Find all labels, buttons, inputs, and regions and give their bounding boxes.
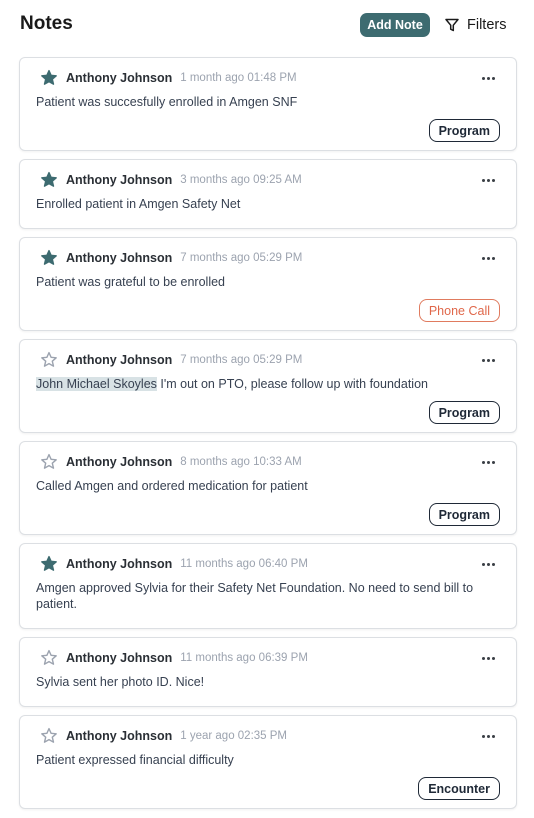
note-card: Anthony Johnson 3 months ago 09:25 AM En… [19, 159, 517, 229]
note-type-tag: Program [428, 119, 500, 142]
note-header: Anthony Johnson 11 months ago 06:39 PM [40, 649, 308, 667]
note-author: Anthony Johnson [66, 71, 173, 85]
note-header: Anthony Johnson 3 months ago 09:25 AM [40, 171, 302, 189]
filters-button[interactable]: Filters [444, 15, 506, 35]
note-card: Anthony Johnson 11 months ago 06:40 PM A… [19, 543, 517, 629]
note-body: Patient expressed financial difficulty [36, 753, 234, 767]
note-body: Enrolled patient in Amgen Safety Net [36, 197, 241, 211]
note-text: Patient was succesfully enrolled in Amge… [36, 94, 502, 110]
mention-tag[interactable]: John Michael Skoyles [36, 377, 157, 391]
note-header: Anthony Johnson 1 year ago 02:35 PM [40, 727, 287, 745]
note-text: Sylvia sent her photo ID. Nice! [36, 674, 502, 690]
more-options-icon[interactable] [480, 352, 496, 368]
page-title: Notes [20, 13, 73, 34]
more-options-icon[interactable] [480, 556, 496, 572]
note-header: Anthony Johnson 7 months ago 05:29 PM [40, 351, 302, 369]
note-card: Anthony Johnson 7 months ago 05:29 PM Pa… [19, 237, 517, 331]
note-author: Anthony Johnson [66, 651, 173, 665]
note-timestamp: 7 months ago 05:29 PM [180, 252, 303, 264]
note-timestamp: 11 months ago 06:40 PM [180, 558, 308, 570]
note-card: Anthony Johnson 7 months ago 05:29 PM Jo… [19, 339, 517, 433]
note-author: Anthony Johnson [66, 173, 173, 187]
note-card: Anthony Johnson 1 year ago 02:35 PM Pati… [19, 715, 517, 809]
filters-label: Filters [467, 17, 507, 33]
note-author: Anthony Johnson [66, 557, 173, 571]
note-card: Anthony Johnson 1 month ago 01:48 PM Pat… [19, 57, 517, 151]
star-icon[interactable] [40, 453, 58, 471]
note-text: Patient was grateful to be enrolled [36, 274, 502, 290]
more-options-icon[interactable] [480, 650, 496, 666]
note-author: Anthony Johnson [66, 729, 173, 743]
note-timestamp: 7 months ago 05:29 PM [180, 354, 303, 366]
note-header: Anthony Johnson 11 months ago 06:40 PM [40, 555, 308, 573]
star-icon[interactable] [40, 351, 58, 369]
note-header: Anthony Johnson 7 months ago 05:29 PM [40, 249, 302, 267]
note-body: Sylvia sent her photo ID. Nice! [36, 675, 205, 689]
note-body: Patient was succesfully enrolled in Amge… [36, 95, 298, 109]
note-body: Amgen approved Sylvia for their Safety N… [36, 581, 474, 611]
star-icon[interactable] [40, 727, 58, 745]
more-options-icon[interactable] [480, 70, 496, 86]
note-type-tag: Encounter [418, 777, 500, 800]
note-timestamp: 11 months ago 06:39 PM [180, 652, 308, 664]
note-text: Enrolled patient in Amgen Safety Net [36, 196, 502, 212]
star-icon[interactable] [40, 249, 58, 267]
note-body: I'm out on PTO, please follow up with fo… [156, 377, 428, 391]
note-card: Anthony Johnson 8 months ago 10:33 AM Ca… [19, 441, 517, 535]
note-text: Called Amgen and ordered medication for … [36, 478, 502, 494]
star-icon[interactable] [40, 69, 58, 87]
star-icon[interactable] [40, 649, 58, 667]
note-text: Amgen approved Sylvia for their Safety N… [36, 580, 502, 612]
note-timestamp: 3 months ago 09:25 AM [180, 174, 302, 186]
star-icon[interactable] [40, 171, 58, 189]
note-type-tag: Phone Call [418, 299, 500, 322]
note-body: Called Amgen and ordered medication for … [36, 479, 308, 493]
star-icon[interactable] [40, 555, 58, 573]
add-note-button[interactable]: Add Note [360, 13, 430, 37]
more-options-icon[interactable] [480, 454, 496, 470]
note-body: Patient was grateful to be enrolled [36, 275, 226, 289]
note-header: Anthony Johnson 1 month ago 01:48 PM [40, 69, 297, 87]
filter-icon [445, 18, 459, 32]
note-type-tag: Program [428, 503, 500, 526]
note-author: Anthony Johnson [66, 353, 173, 367]
note-author: Anthony Johnson [66, 455, 173, 469]
note-timestamp: 1 month ago 01:48 PM [180, 72, 297, 84]
more-options-icon[interactable] [480, 250, 496, 266]
more-options-icon[interactable] [480, 172, 496, 188]
note-timestamp: 1 year ago 02:35 PM [180, 730, 288, 742]
note-text: Patient expressed financial difficulty [36, 752, 502, 768]
note-card: Anthony Johnson 11 months ago 06:39 PM S… [19, 637, 517, 707]
note-type-tag: Program [428, 401, 500, 424]
notes-header: Notes Add Note Filters [0, 0, 534, 50]
note-text: John Michael Skoyles I'm out on PTO, ple… [36, 376, 502, 392]
note-author: Anthony Johnson [66, 251, 173, 265]
note-header: Anthony Johnson 8 months ago 10:33 AM [40, 453, 302, 471]
more-options-icon[interactable] [480, 728, 496, 744]
note-timestamp: 8 months ago 10:33 AM [180, 456, 302, 468]
